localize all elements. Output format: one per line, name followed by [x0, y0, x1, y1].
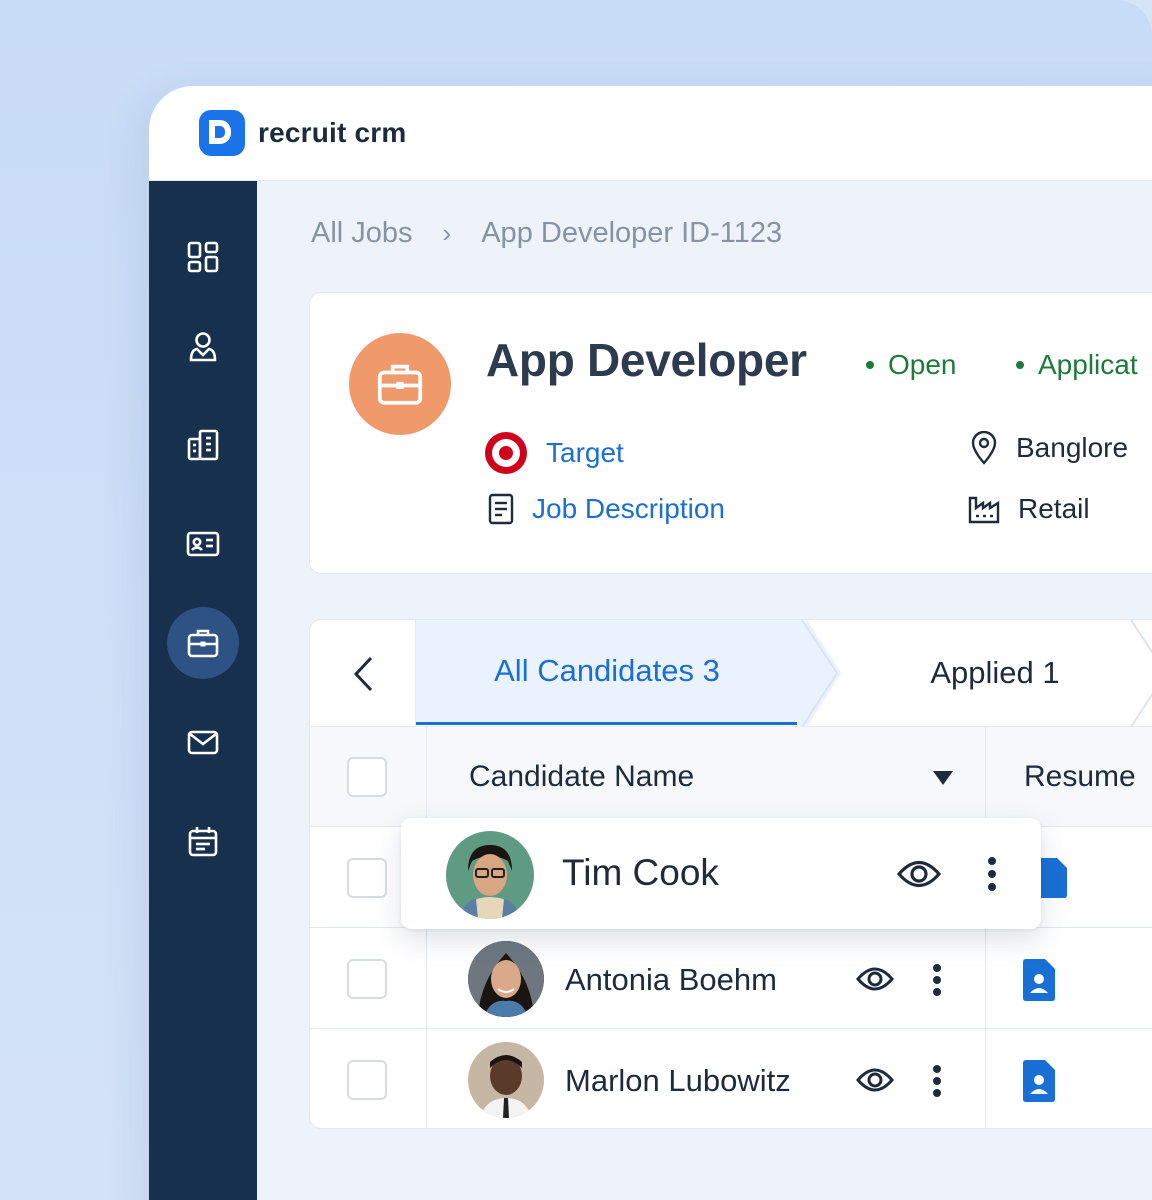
job-industry: Retail: [968, 493, 1090, 525]
tabs-back-button[interactable]: [310, 620, 416, 727]
column-header-candidate-name[interactable]: Candidate Name: [469, 760, 694, 794]
job-description-link[interactable]: Job Description: [488, 493, 725, 525]
companies-icon: [187, 429, 219, 461]
avatar: [446, 831, 534, 919]
select-all-checkbox[interactable]: [347, 757, 387, 797]
column-header-resume[interactable]: Resume: [1024, 760, 1136, 794]
app-name: recruit crm: [258, 117, 407, 148]
chevron-left-icon: [353, 656, 372, 691]
pipeline-tabs: All Candidates 3 Applied 1: [310, 620, 1152, 727]
sidebar-item-contacts[interactable]: [167, 508, 239, 580]
company-link[interactable]: Target: [484, 431, 624, 475]
row-checkbox[interactable]: [347, 858, 387, 898]
jobs-icon: [187, 629, 219, 658]
sidebar-item-calendar[interactable]: [167, 805, 239, 877]
mail-icon: [187, 730, 219, 755]
topbar: recruit crm: [149, 86, 1152, 181]
resume-file-icon[interactable]: [1023, 1060, 1055, 1102]
app-logo-icon[interactable]: [199, 110, 245, 156]
status-dot: [1016, 361, 1024, 369]
more-options-icon[interactable]: [987, 856, 997, 892]
dashboard-icon: [187, 241, 219, 273]
row-checkbox[interactable]: [347, 959, 387, 999]
view-eye-icon[interactable]: [856, 1066, 894, 1094]
candidate-name[interactable]: Antonia Boehm: [565, 962, 777, 998]
sidebar: [149, 181, 257, 1200]
job-location: Banglore: [970, 431, 1128, 465]
breadcrumb-separator: ›: [442, 218, 452, 248]
status-badge-applications[interactable]: Applicat: [1016, 349, 1138, 381]
sidebar-item-companies[interactable]: [167, 409, 239, 481]
more-options-icon[interactable]: [932, 963, 942, 997]
candidate-name[interactable]: Tim Cook: [562, 852, 719, 894]
tab-all-candidates[interactable]: All Candidates 3: [416, 620, 798, 725]
contacts-icon: [186, 531, 220, 557]
row-divider: [310, 1028, 1152, 1029]
avatar: [468, 1042, 544, 1118]
breadcrumb-all-jobs[interactable]: All Jobs: [311, 217, 413, 250]
tab-applied[interactable]: Applied 1: [850, 620, 1140, 725]
job-header-card: App Developer Open Applicat Target Job D…: [309, 292, 1152, 574]
job-title: App Developer: [486, 334, 807, 386]
highlighted-candidate-row[interactable]: Tim Cook: [401, 818, 1041, 929]
document-icon: [488, 493, 514, 525]
candidates-icon: [189, 332, 217, 362]
breadcrumb-current: App Developer ID-1123: [481, 217, 783, 249]
status-badge-open[interactable]: Open: [866, 349, 957, 381]
breadcrumb: All Jobs › App Developer ID-1123: [311, 217, 782, 250]
row-checkbox[interactable]: [347, 1060, 387, 1100]
tab-arrow-separator: [797, 620, 841, 727]
resume-file-icon[interactable]: [1023, 959, 1055, 1001]
calendar-icon: [188, 827, 218, 857]
candidate-name[interactable]: Marlon Lubowitz: [565, 1063, 791, 1099]
location-pin-icon: [971, 431, 997, 465]
view-eye-icon[interactable]: [897, 858, 941, 890]
status-dot: [866, 361, 874, 369]
sort-dropdown-icon[interactable]: [932, 770, 954, 786]
sidebar-item-dashboard[interactable]: [167, 221, 239, 293]
resume-file-icon[interactable]: [1037, 858, 1067, 898]
sidebar-item-mail[interactable]: [167, 706, 239, 778]
more-options-icon[interactable]: [932, 1064, 942, 1098]
job-avatar: [349, 333, 451, 435]
avatar: [468, 941, 544, 1017]
target-logo-icon: [485, 432, 527, 474]
view-eye-icon[interactable]: [856, 965, 894, 993]
table-header: Candidate Name Resume: [310, 727, 1152, 827]
tab-arrow-separator: [1130, 620, 1152, 727]
briefcase-icon: [377, 364, 423, 405]
sidebar-item-jobs[interactable]: [167, 607, 239, 679]
factory-icon: [968, 496, 1000, 524]
sidebar-item-candidates[interactable]: [167, 310, 239, 382]
